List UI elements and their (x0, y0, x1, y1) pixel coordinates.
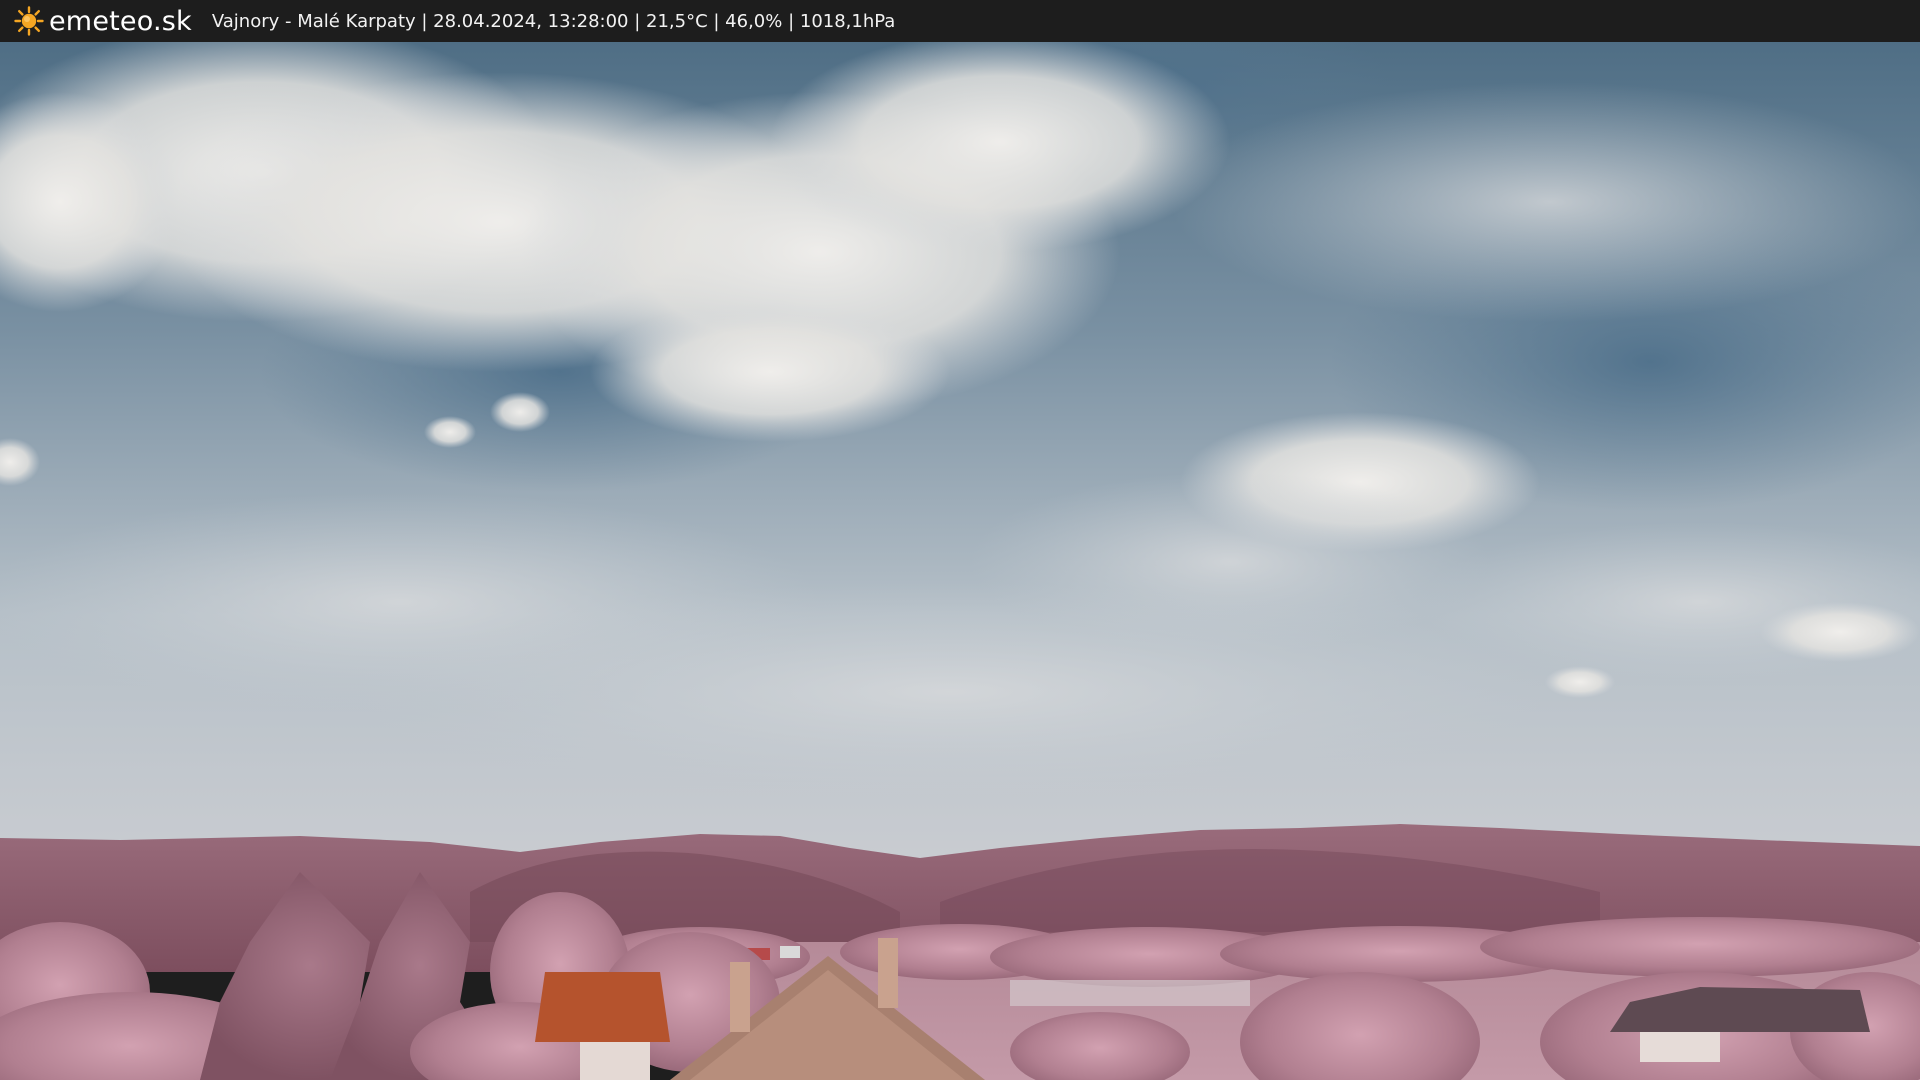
webcam-image (0, 42, 1920, 1080)
site-logo[interactable]: emeteo.sk (14, 6, 192, 37)
site-name: emeteo.sk (49, 5, 192, 37)
station-caption: Vajnory - Malé Karpaty | 28.04.2024, 13:… (211, 10, 896, 32)
sun-icon (14, 6, 44, 36)
top-bar: emeteo.sk Vajnory - Malé Karpaty | 28.04… (0, 0, 1920, 42)
